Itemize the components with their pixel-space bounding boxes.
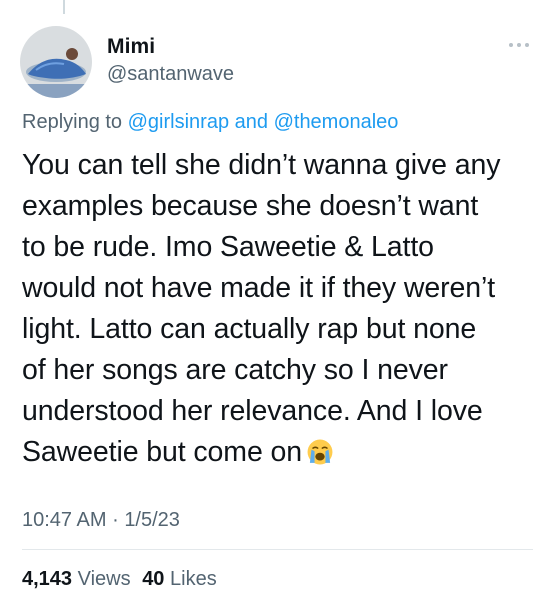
- tweet-line: You can tell she didn’t wanna give any: [22, 149, 501, 181]
- timestamp[interactable]: 10:47 AM · 1/5/23: [22, 509, 180, 532]
- tweet-stats: 4,143 Views 40 Likes: [22, 568, 217, 591]
- tweet-date: 1/5/23: [124, 509, 180, 531]
- timestamp-separator: ·: [112, 509, 119, 531]
- tweet-line: would not have made it if they weren’t: [22, 272, 496, 304]
- more-options-icon[interactable]: [505, 38, 533, 52]
- tweet-line: to be rude. Imo Saweetie & Latto: [22, 231, 434, 263]
- replying-to: Replying to @girlsinrap and @themonaleo: [22, 111, 398, 134]
- views-count: 4,143: [22, 568, 73, 590]
- divider: [22, 549, 533, 550]
- loudly-crying-face-icon: [307, 439, 333, 465]
- tweet-line: light. Latto can actually rap but none: [22, 313, 477, 345]
- display-name[interactable]: Mimi: [107, 35, 155, 59]
- avatar-image: [20, 26, 92, 98]
- tweet-line-last: Saweetie but come on: [22, 432, 547, 473]
- views-label: Views: [77, 568, 131, 590]
- replying-to-conjunction: and: [234, 111, 269, 133]
- tweet-line-text: Saweetie but come on: [22, 436, 303, 468]
- mention-link-themonaleo[interactable]: @themonaleo: [274, 111, 399, 133]
- avatar[interactable]: [20, 26, 92, 98]
- user-handle[interactable]: @santanwave: [107, 63, 234, 86]
- likes-stat[interactable]: 40 Likes: [142, 568, 217, 590]
- likes-count: 40: [142, 568, 165, 590]
- tweet-text: You can tell she didn’t wanna give any e…: [22, 145, 547, 473]
- replying-to-label: Replying to: [22, 111, 123, 133]
- thread-connector-line: [63, 0, 65, 14]
- mention-link-girlsinrap[interactable]: @girlsinrap: [128, 111, 229, 133]
- tweet-line: examples because she doesn’t want: [22, 190, 479, 222]
- tweet-line: understood her relevance. And I love: [22, 395, 483, 427]
- tweet-time: 10:47 AM: [22, 509, 107, 531]
- tweet-line: of her songs are catchy so I never: [22, 354, 448, 386]
- views-stat[interactable]: 4,143 Views: [22, 568, 131, 590]
- likes-label: Likes: [170, 568, 217, 590]
